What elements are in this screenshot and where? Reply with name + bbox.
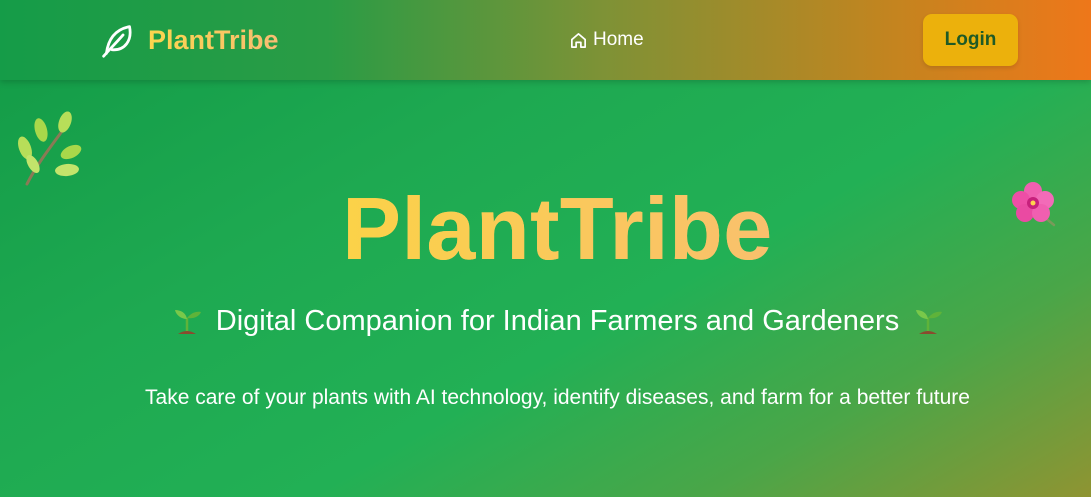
leaf-icon [102,24,132,58]
hero-subtitle: Digital Companion for Indian Farmers and… [0,302,1091,340]
top-navbar: PlantTribe Home Login [0,0,1091,80]
home-icon [570,32,587,48]
seedling-icon [174,310,201,334]
brand-logo-link[interactable]: PlantTribe [99,20,279,60]
nav-home-label: Home [593,29,644,50]
hero-subtitle-text: Digital Companion for Indian Farmers and… [215,305,900,337]
hero-title: PlantTribe [0,176,1091,282]
brand-name: PlantTribe [148,20,279,60]
hero-description: Take care of your plants with AI technol… [145,386,970,409]
nav-home-link[interactable]: Home [569,28,644,52]
seedling-icon [916,310,943,334]
login-button[interactable]: Login [923,14,1018,66]
